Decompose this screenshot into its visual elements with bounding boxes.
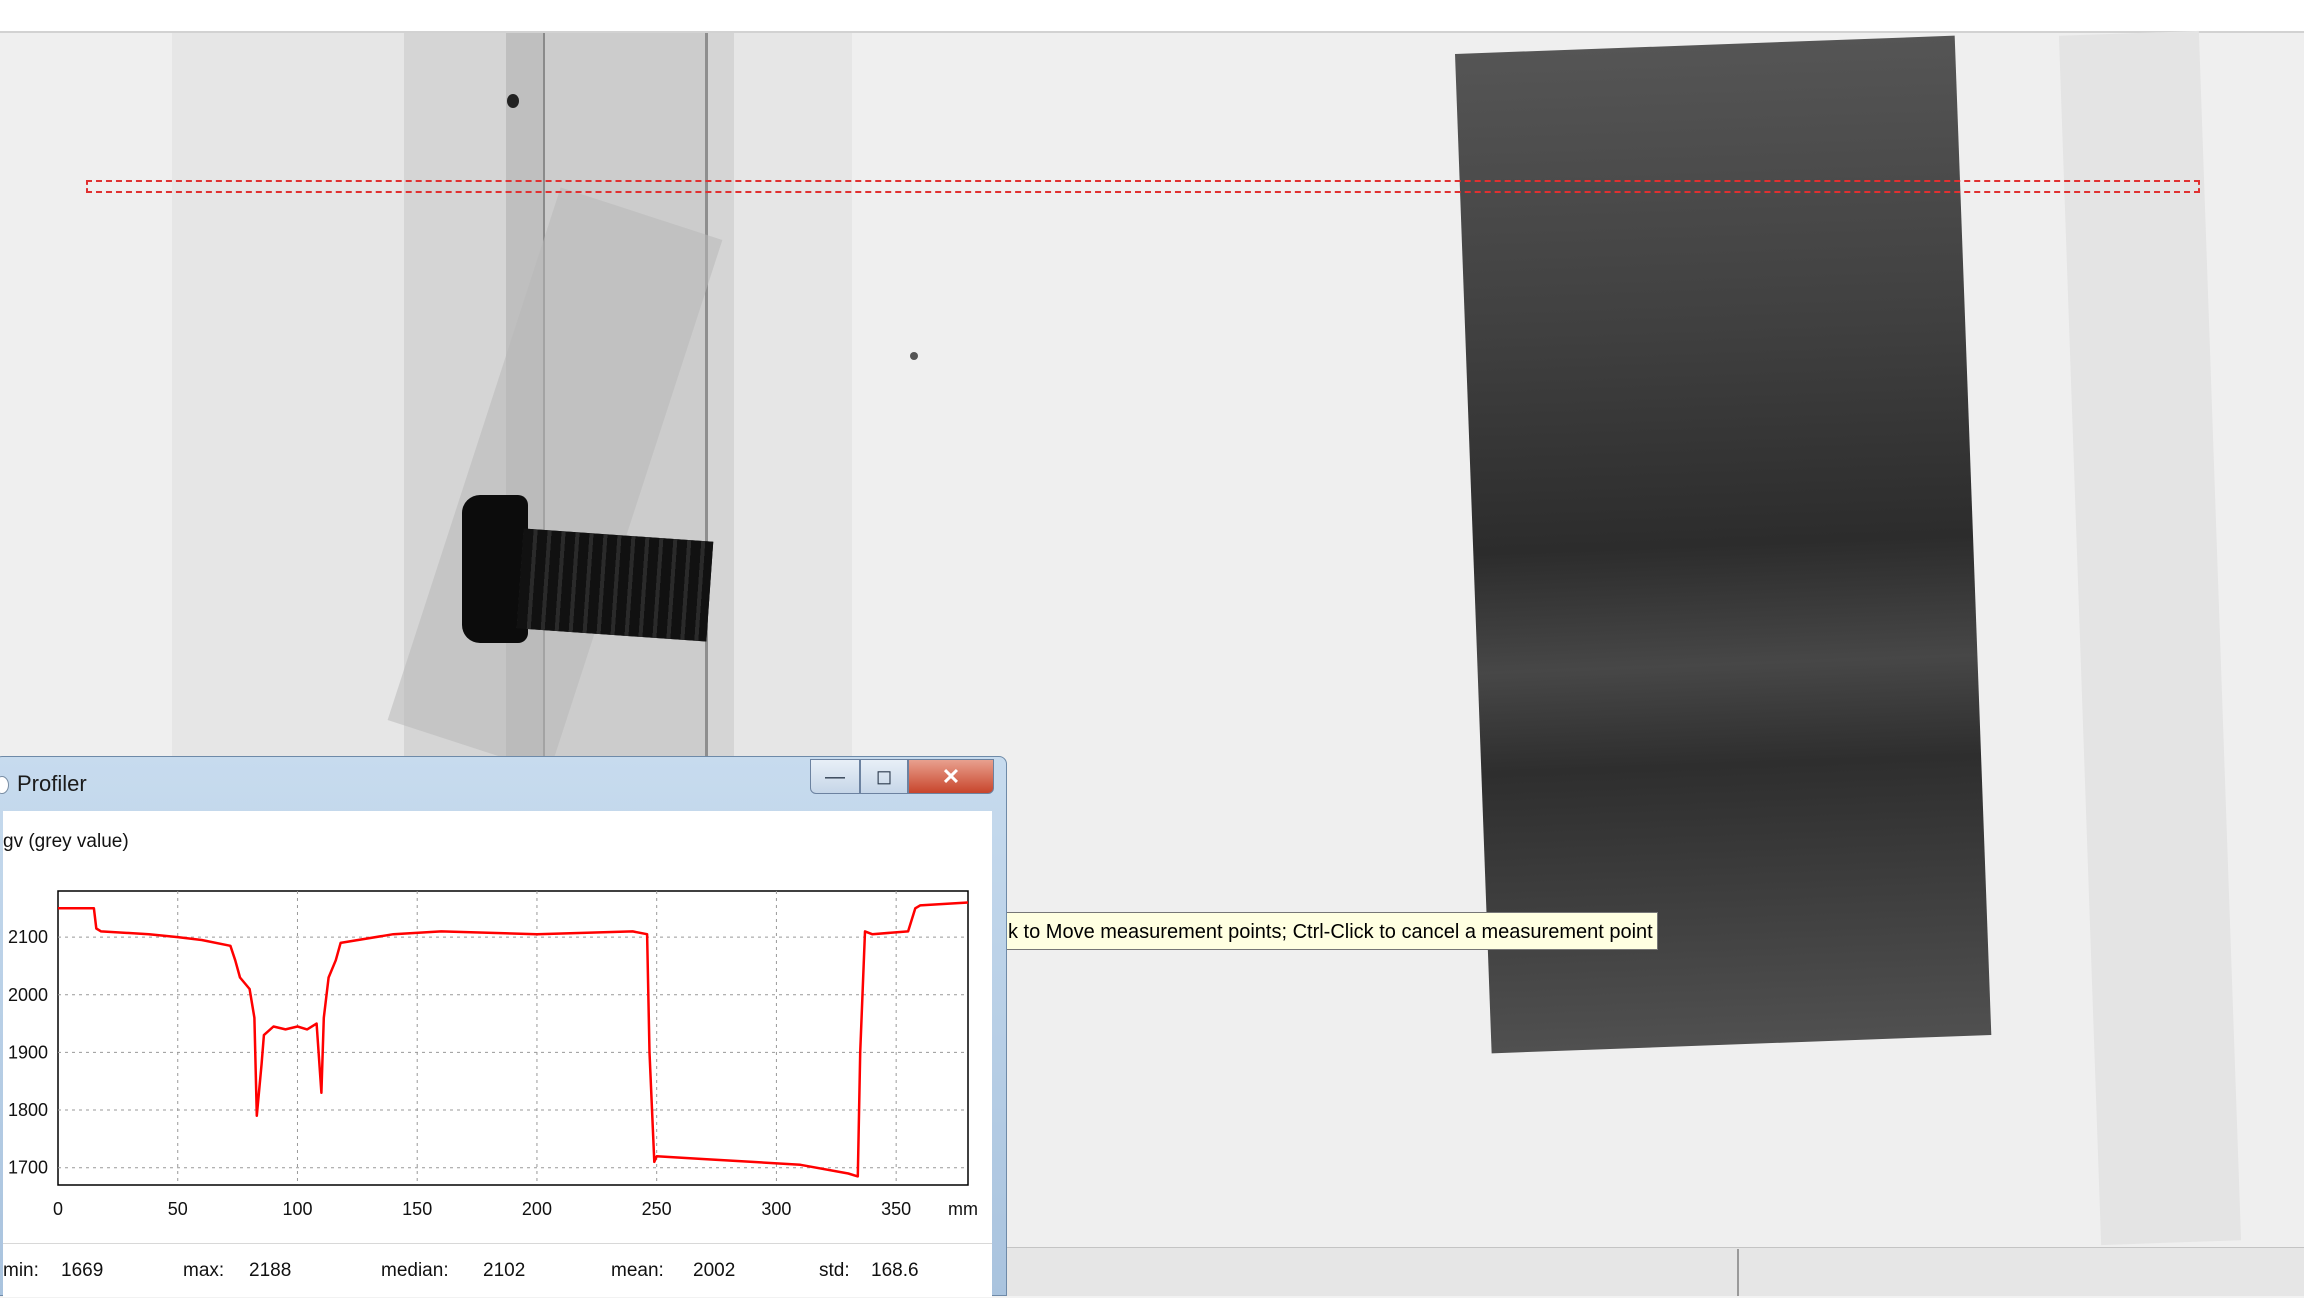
minimize-icon: — xyxy=(825,765,845,788)
stat-min-label: min: xyxy=(3,1260,39,1281)
window-title: Profiler xyxy=(17,771,87,796)
x-tick-label: 100 xyxy=(282,1199,312,1219)
viewport-top-border xyxy=(0,0,2304,33)
stat-std-value: 168.6 xyxy=(871,1260,919,1281)
y-tick-label: 1900 xyxy=(8,1042,48,1062)
minimize-button[interactable]: — xyxy=(810,759,860,794)
x-tick-label: 50 xyxy=(168,1199,188,1219)
stats-bar: min: 1669 max: 2188 median: 2102 mean: 2… xyxy=(3,1243,992,1298)
x-tick-label: 350 xyxy=(881,1199,911,1219)
maximize-icon: ◻ xyxy=(875,765,893,788)
y-tick-label: 1700 xyxy=(8,1158,48,1178)
y-tick-label: 2000 xyxy=(8,985,48,1005)
app-icon xyxy=(0,776,9,794)
close-button[interactable]: ✕ xyxy=(908,759,994,794)
stat-mean-value: 2002 xyxy=(693,1260,736,1281)
image-light-band xyxy=(2058,30,2242,1246)
status-bar-divider xyxy=(1737,1249,1739,1296)
stat-median-value: 2102 xyxy=(483,1260,526,1281)
profiler-window[interactable]: Profiler — ◻ ✕ gv (grey value) 0 50 100 150… xyxy=(0,756,1007,1297)
stat-median-label: median: xyxy=(381,1260,449,1281)
artifact-spot xyxy=(910,352,918,360)
x-tick-label: 250 xyxy=(642,1199,672,1219)
maximize-button[interactable]: ◻ xyxy=(860,759,908,794)
x-tick-label: 300 xyxy=(761,1199,791,1219)
stat-max-value: 2188 xyxy=(249,1260,292,1281)
profiler-client-area: gv (grey value) 0 50 100 150 200 250 300 350 170… xyxy=(3,811,992,1297)
x-tick-label: 0 xyxy=(53,1199,63,1219)
close-icon: ✕ xyxy=(941,763,961,789)
x-tick-label: 200 xyxy=(522,1199,552,1219)
screw-shank xyxy=(516,528,714,642)
stat-max-label: max: xyxy=(183,1260,225,1281)
x-unit-label: mm xyxy=(948,1199,978,1219)
profile-selection-rectangle[interactable] xyxy=(86,180,2200,193)
stat-min-value: 1669 xyxy=(61,1260,104,1281)
plot-area xyxy=(57,890,969,1186)
x-tick-label: 150 xyxy=(402,1199,432,1219)
tooltip: k to Move measurement points; Ctrl-Click… xyxy=(1003,912,1658,950)
stat-std-label: std: xyxy=(819,1260,850,1281)
stat-mean-label: mean: xyxy=(611,1260,664,1281)
profiler-titlebar[interactable]: Profiler — ◻ ✕ xyxy=(0,757,1006,811)
profile-chart[interactable]: 0 50 100 150 200 250 300 350 1700 1800 1900 2000 210… xyxy=(3,811,992,1243)
artifact-spot xyxy=(507,94,519,108)
y-tick-label: 2100 xyxy=(8,927,48,947)
status-bar xyxy=(1000,1247,2304,1296)
y-tick-label: 1800 xyxy=(8,1100,48,1120)
